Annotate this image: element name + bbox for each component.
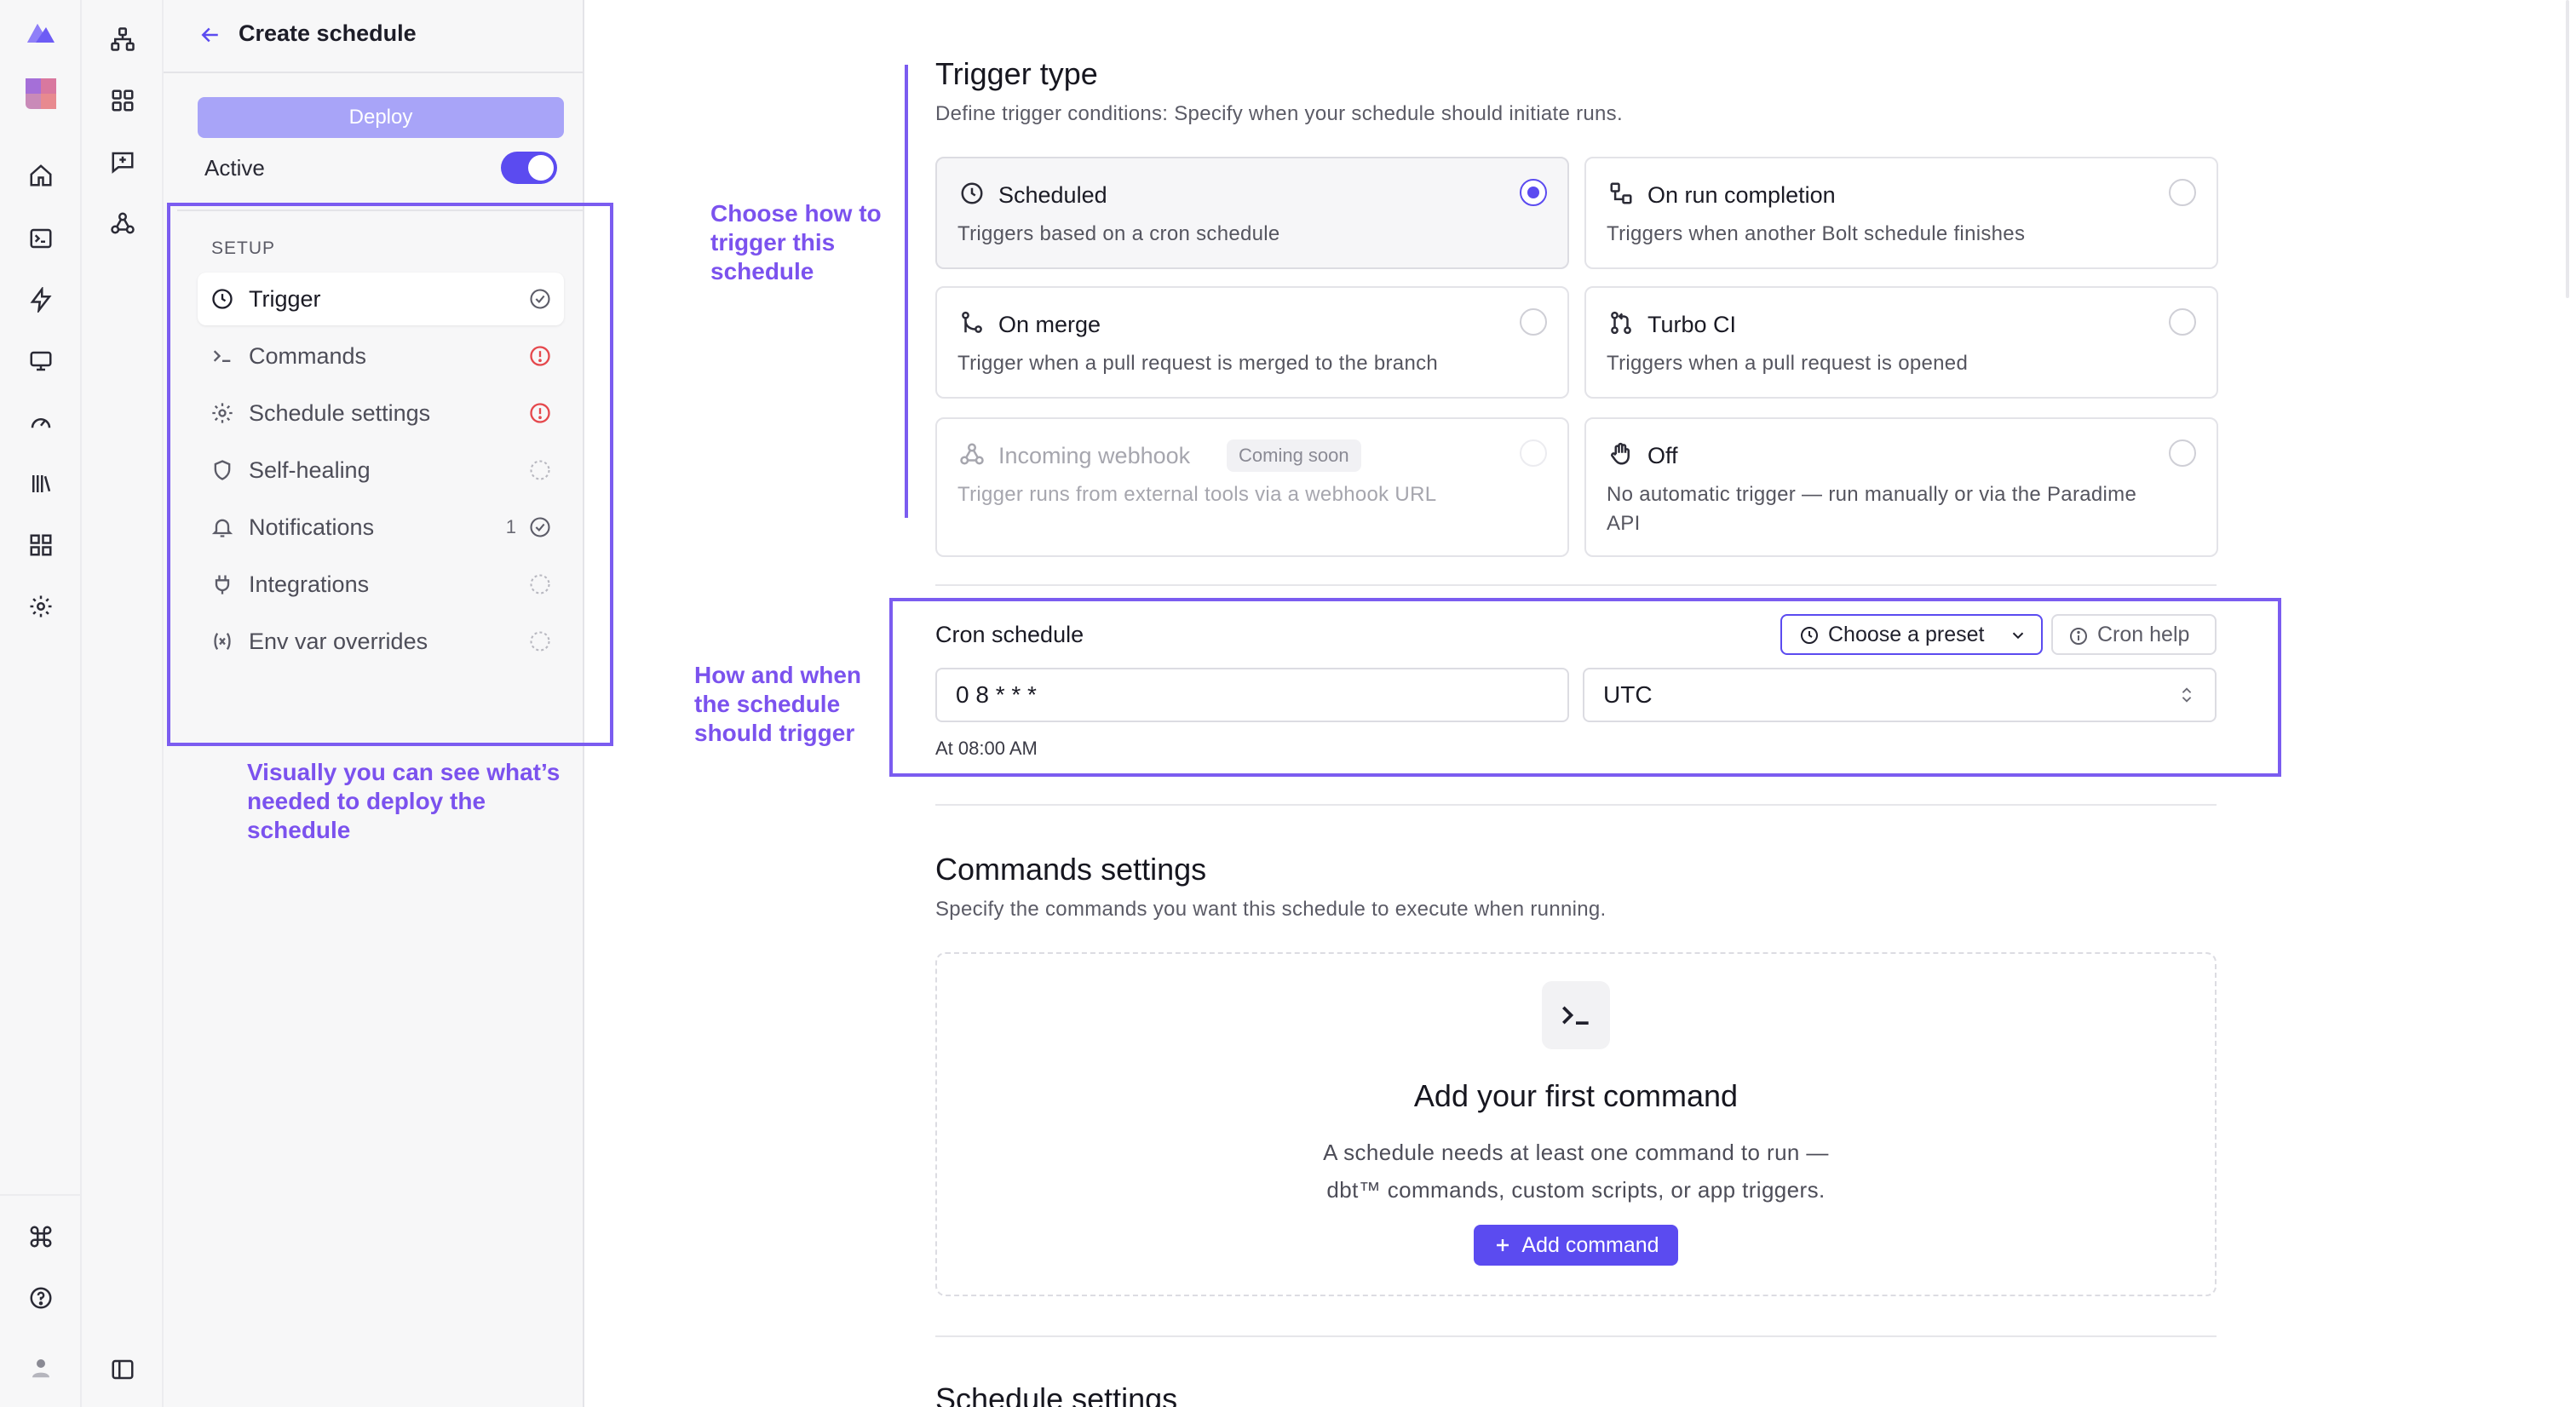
webhook-icon[interactable]	[104, 204, 141, 242]
trigger-option-title: Incoming webhook	[998, 443, 1191, 468]
trigger-radio[interactable]	[2169, 179, 2196, 206]
app-rail	[0, 0, 82, 1407]
trigger-radio[interactable]	[2169, 308, 2196, 336]
cron-expression-input[interactable]: 0 8 * * *	[935, 668, 1569, 722]
chevron-down-icon	[2009, 626, 2027, 645]
apps-grid-icon[interactable]	[22, 526, 60, 564]
webhook-icon	[957, 439, 986, 468]
user-avatar[interactable]	[22, 1349, 60, 1387]
cron-annotation-text: How and when the schedule should trigger	[694, 662, 861, 746]
bolt-icon[interactable]	[22, 281, 60, 319]
clock-icon	[957, 179, 986, 208]
sidebar-toggle-icon[interactable]	[104, 1351, 141, 1388]
rail-divider	[0, 1194, 82, 1196]
info-circle-icon	[2068, 626, 2089, 646]
settings-icon[interactable]	[22, 588, 60, 625]
trigger-section-subtitle: Define trigger conditions: Specify when …	[935, 102, 1623, 125]
trigger-option-desc: Trigger runs from external tools via a w…	[957, 483, 1437, 506]
trigger-option-title: Scheduled	[998, 182, 1107, 208]
commands-section-title: Commands settings	[935, 852, 1207, 887]
empty-state-desc-line2: dbt™ commands, custom scripts, or app tr…	[1326, 1177, 1826, 1203]
timezone-value: UTC	[1603, 681, 1653, 708]
clock-icon	[1799, 625, 1820, 646]
trigger-option-turbo-ci[interactable]: Turbo CI Triggers when a pull request is…	[1584, 286, 2218, 399]
trigger-option-desc: Triggers based on a cron schedule	[957, 222, 1280, 245]
page-title: Create schedule	[239, 20, 417, 46]
choose-preset-label: Choose a preset	[1828, 622, 1985, 646]
trigger-radio[interactable]	[1520, 179, 1547, 206]
commands-section-subtitle: Specify the commands you want this sched…	[935, 898, 1607, 921]
sidebar-annotation-text: Visually you can see what’s needed to de…	[247, 759, 561, 843]
section-divider	[935, 584, 2217, 586]
trigger-annotation-line	[905, 65, 908, 518]
dashboard-grid-icon[interactable]	[104, 82, 141, 119]
add-command-label: Add command	[1521, 1232, 1659, 1257]
workspace-avatar[interactable]	[22, 75, 60, 112]
trigger-radio	[1520, 439, 1547, 467]
trigger-radio[interactable]	[2169, 439, 2196, 467]
git-merge-icon	[957, 308, 986, 337]
plus-icon	[1492, 1235, 1513, 1255]
git-pull-request-icon	[1607, 308, 1636, 337]
trigger-option-on-merge[interactable]: On merge Trigger when a pull request is …	[935, 286, 1569, 399]
cron-help-label: Cron help	[2097, 622, 2190, 646]
schedule-settings-title: Schedule settings	[935, 1381, 1178, 1407]
trigger-section-title: Trigger type	[935, 56, 1098, 91]
trigger-option-title: On merge	[998, 312, 1101, 337]
toggle-knob	[528, 155, 554, 181]
active-label: Active	[204, 155, 265, 181]
command-icon[interactable]	[22, 1218, 60, 1255]
cron-description: At 08:00 AM	[935, 738, 1038, 759]
trigger-option-title: Off	[1647, 443, 1678, 468]
hand-stop-icon	[1607, 439, 1636, 468]
timezone-select[interactable]: UTC	[1583, 668, 2217, 722]
trigger-option-on-run-completion[interactable]: On run completion Triggers when another …	[1584, 157, 2218, 269]
cron-help-button[interactable]: Cron help	[2051, 614, 2217, 655]
message-add-icon[interactable]	[104, 143, 141, 181]
cron-schedule-label: Cron schedule	[935, 622, 1084, 647]
trigger-radio[interactable]	[1520, 308, 1547, 336]
trigger-option-scheduled[interactable]: Scheduled Triggers based on a cron sched…	[935, 157, 1569, 269]
trigger-option-title: Turbo CI	[1647, 312, 1737, 337]
terminal-prompt-icon	[1542, 981, 1610, 1049]
monitor-icon[interactable]	[22, 342, 60, 380]
terminal-icon[interactable]	[22, 220, 60, 257]
deploy-button[interactable]: Deploy	[198, 97, 564, 138]
help-icon[interactable]	[22, 1279, 60, 1317]
trigger-option-desc: No automatic trigger — run manually or v…	[1607, 483, 2137, 535]
workflow-icon	[1607, 179, 1636, 208]
section-divider	[935, 1335, 2217, 1337]
trigger-option-desc: Triggers when a pull request is opened	[1607, 352, 1969, 375]
active-toggle[interactable]	[501, 152, 557, 184]
back-arrow-icon[interactable]	[198, 22, 223, 48]
empty-state-title: Add your first command	[1413, 1078, 1739, 1113]
trigger-option-desc: Trigger when a pull request is merged to…	[957, 352, 1439, 375]
section-divider	[935, 804, 2217, 806]
hierarchy-icon[interactable]	[104, 20, 141, 58]
library-icon[interactable]	[22, 465, 60, 502]
empty-state-desc-line1: A schedule needs at least one command to…	[1323, 1140, 1829, 1165]
gauge-icon[interactable]	[22, 404, 60, 441]
trigger-option-title: On run completion	[1647, 182, 1836, 208]
choose-preset-button[interactable]: Choose a preset	[1780, 614, 2043, 655]
trigger-option-off[interactable]: Off No automatic trigger — run manually …	[1584, 417, 2218, 557]
scrollbar[interactable]	[2566, 0, 2569, 298]
chevron-up-down-icon	[2177, 686, 2196, 704]
trigger-annotation-text: Choose how to trigger this schedule	[710, 200, 882, 284]
add-command-button[interactable]: Add command	[1474, 1225, 1678, 1266]
home-icon[interactable]	[22, 157, 60, 194]
sidebar-annotation-box	[167, 203, 613, 746]
paradime-logo-icon[interactable]	[22, 15, 60, 53]
trigger-option-desc: Triggers when another Bolt schedule fini…	[1607, 222, 2026, 245]
coming-soon-badge: Coming soon	[1227, 439, 1361, 472]
trigger-option-incoming-webhook: Incoming webhook Coming soon Trigger run…	[935, 417, 1569, 557]
